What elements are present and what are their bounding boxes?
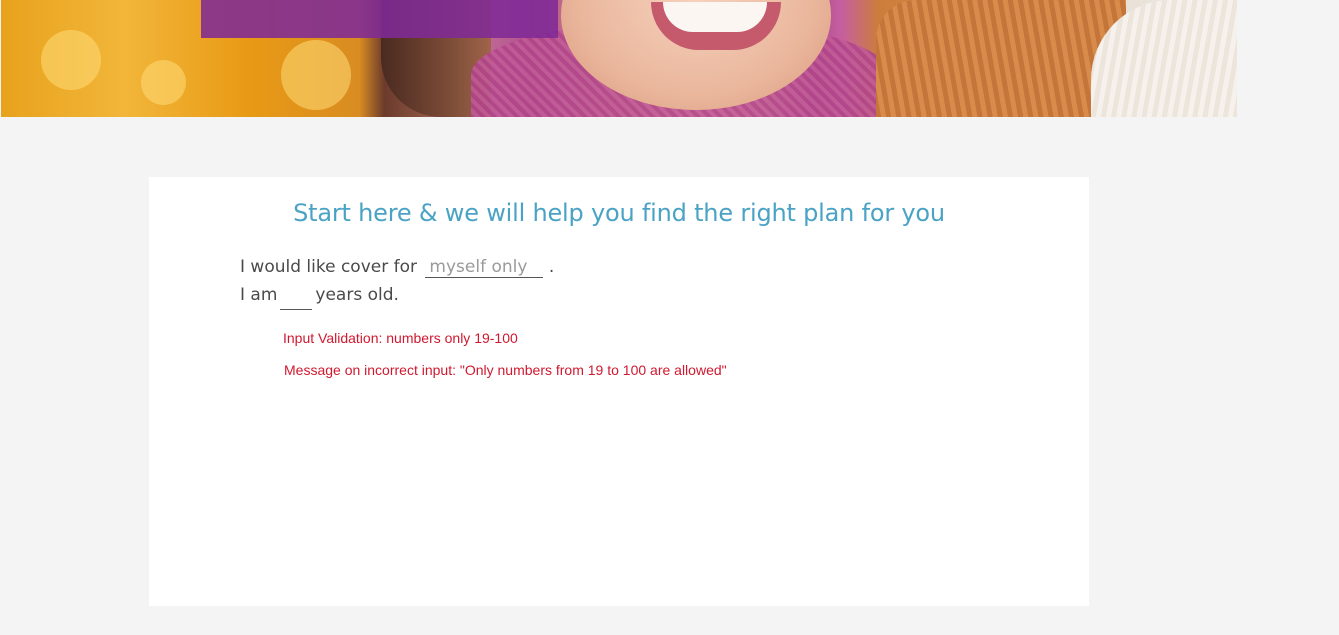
age-sentence: I am years old.: [240, 285, 399, 310]
cover-select[interactable]: myself only: [425, 257, 544, 278]
hero-teeth: [663, 2, 767, 32]
promo-bar: [201, 0, 558, 38]
cover-sentence: I would like cover for myself only .: [240, 257, 554, 278]
bokeh-light: [281, 40, 351, 110]
hero-mitten: [876, 0, 1126, 117]
bokeh-light: [141, 60, 186, 105]
age-suffix-label: years old.: [315, 285, 399, 305]
age-prefix-label: I am: [240, 285, 278, 305]
error-message-note: Message on incorrect input: "Only number…: [284, 362, 727, 378]
page-title: Start here & we will help you find the r…: [293, 199, 945, 227]
cover-prefix-label: I would like cover for: [240, 257, 417, 277]
bokeh-light: [41, 30, 101, 90]
plan-finder-card: Start here & we will help you find the r…: [149, 177, 1089, 606]
age-input[interactable]: [280, 289, 313, 310]
cover-suffix-label: .: [548, 257, 555, 277]
hero-banner: [1, 0, 1237, 117]
validation-note: Input Validation: numbers only 19-100: [283, 330, 518, 346]
